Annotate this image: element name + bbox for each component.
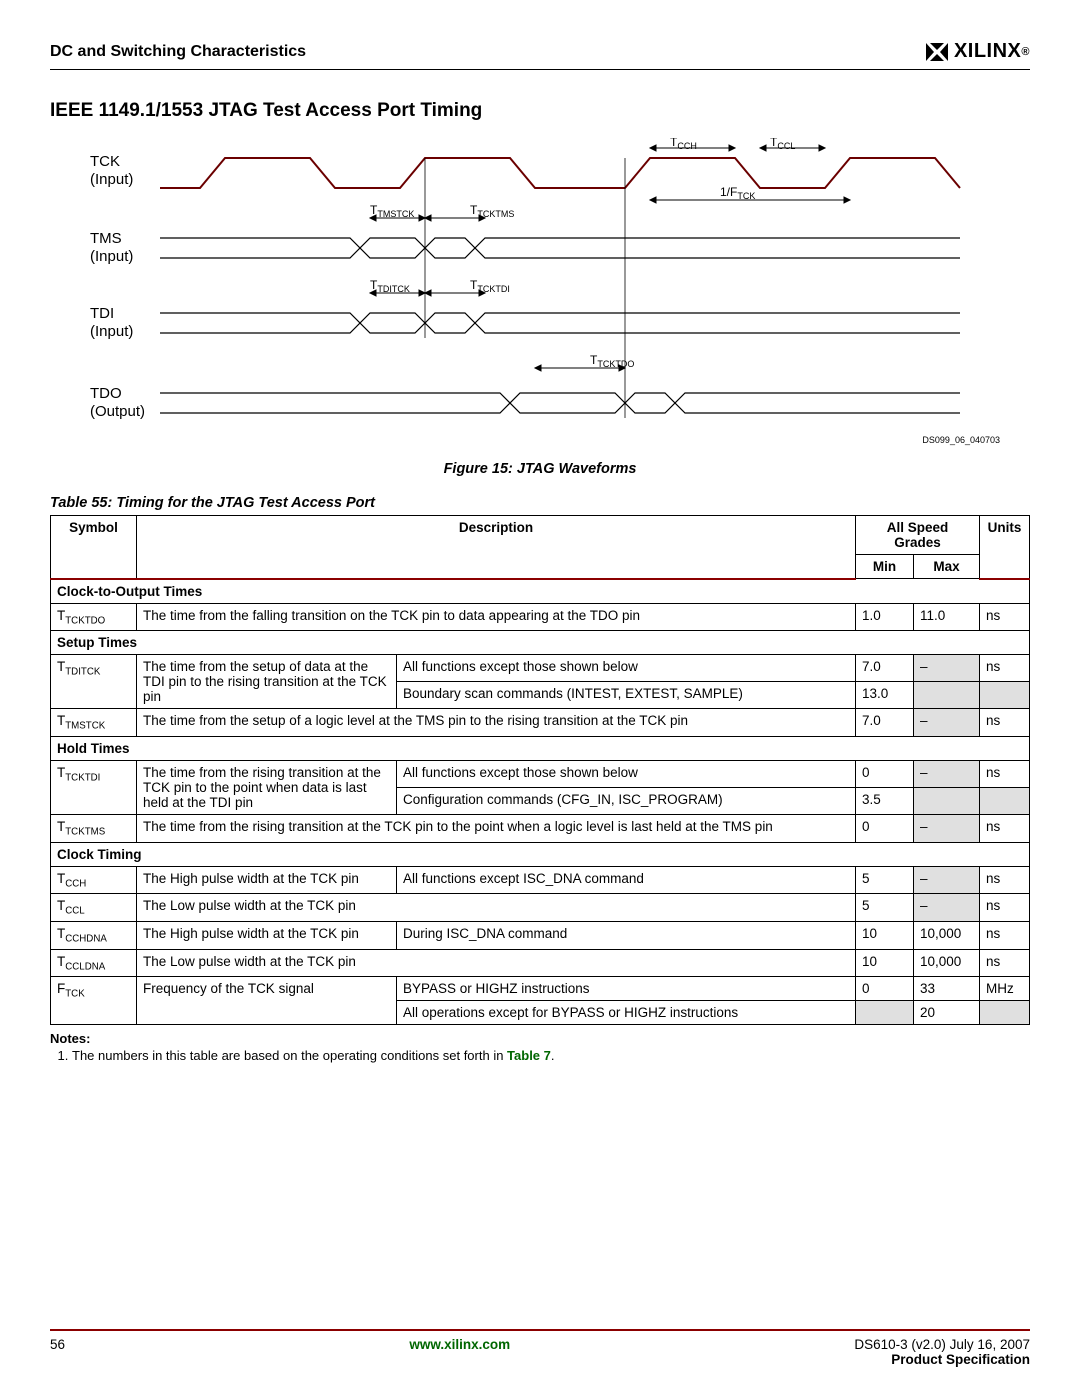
table-row: FTCK Frequency of the TCK signal BYPASS … — [51, 977, 1030, 1001]
figure-caption: Figure 15: JTAG Waveforms — [50, 461, 1030, 477]
table7-link[interactable]: Table 7 — [507, 1048, 551, 1063]
waveform-svg: TCCH TCCL 1/FTCK TTMSTCK TTCKTMS TTDITCK… — [70, 138, 990, 438]
footer-link[interactable]: www.xilinx.com — [409, 1337, 510, 1352]
svg-text:TCCL: TCCL — [770, 138, 795, 151]
note-item: The numbers in this table are based on t… — [72, 1048, 1030, 1063]
th-min: Min — [856, 555, 914, 579]
doc-spec: Product Specification — [854, 1352, 1030, 1367]
table-row: TTMSTCK The time from the setup of a log… — [51, 709, 1030, 737]
table-section: Setup Times — [51, 631, 1030, 655]
svg-text:(Input): (Input) — [90, 323, 133, 340]
svg-text:TTCKTDI: TTCKTDI — [470, 278, 510, 294]
svg-text:TMS: TMS — [90, 230, 122, 247]
th-units: Units — [980, 516, 1030, 579]
svg-text:TTMSTCK: TTMSTCK — [370, 203, 414, 219]
table-row: TCCLDNA The Low pulse width at the TCK p… — [51, 949, 1030, 977]
page-footer: 56 www.xilinx.com DS610-3 (v2.0) July 16… — [50, 1329, 1030, 1367]
table-row: TTCKTDI The time from the rising transit… — [51, 760, 1030, 787]
th-max: Max — [914, 555, 980, 579]
svg-text:TTCKTMS: TTCKTMS — [470, 203, 514, 219]
table-row: TCCH The High pulse width at the TCK pin… — [51, 866, 1030, 894]
svg-text:1/FTCK: 1/FTCK — [720, 185, 755, 201]
svg-text:TTCKTDO: TTCKTDO — [590, 353, 634, 369]
page-title: IEEE 1149.1/1553 JTAG Test Access Port T… — [50, 100, 1030, 122]
timing-table: Symbol Description All Speed Grades Unit… — [50, 515, 1030, 1025]
xilinx-logo: XILINX® — [924, 40, 1030, 63]
table-caption: Table 55: Timing for the JTAG Test Acces… — [50, 495, 1030, 511]
svg-text:TCK: TCK — [90, 153, 120, 170]
table-row: TTDITCK The time from the setup of data … — [51, 655, 1030, 682]
th-description: Description — [137, 516, 856, 579]
table-row: TCCL The Low pulse width at the TCK pin … — [51, 894, 1030, 922]
table-row: TTCKTMS The time from the rising transit… — [51, 814, 1030, 842]
doc-id: DS610-3 (v2.0) July 16, 2007 — [854, 1337, 1030, 1352]
section-header: DC and Switching Characteristics — [50, 43, 306, 61]
page-number: 56 — [50, 1337, 65, 1367]
svg-text:TTDITCK: TTDITCK — [370, 278, 410, 294]
table-row: TCCHDNA The High pulse width at the TCK … — [51, 921, 1030, 949]
table-section: Clock-to-Output Times — [51, 579, 1030, 604]
svg-text:TCCH: TCCH — [670, 138, 697, 151]
th-allspeed: All Speed Grades — [856, 516, 980, 555]
table-section: Clock Timing — [51, 842, 1030, 866]
svg-text:TDI: TDI — [90, 305, 114, 322]
page-header: DC and Switching Characteristics XILINX® — [50, 40, 1030, 70]
th-symbol: Symbol — [51, 516, 137, 579]
svg-text:TDO: TDO — [90, 385, 122, 402]
svg-text:(Input): (Input) — [90, 248, 133, 265]
table-section: Hold Times — [51, 736, 1030, 760]
notes-list: The numbers in this table are based on t… — [50, 1048, 1030, 1063]
table-row: TTCKTDO The time from the falling transi… — [51, 603, 1030, 631]
xilinx-logo-icon — [924, 41, 950, 63]
jtag-waveform-figure: TCCH TCCL 1/FTCK TTMSTCK TTCKTMS TTDITCK… — [50, 138, 1030, 451]
svg-text:(Input): (Input) — [90, 171, 133, 188]
notes-heading: Notes: — [50, 1031, 1030, 1046]
figure-ds-id: DS099_06_040703 — [922, 435, 1000, 445]
svg-text:(Output): (Output) — [90, 403, 145, 420]
